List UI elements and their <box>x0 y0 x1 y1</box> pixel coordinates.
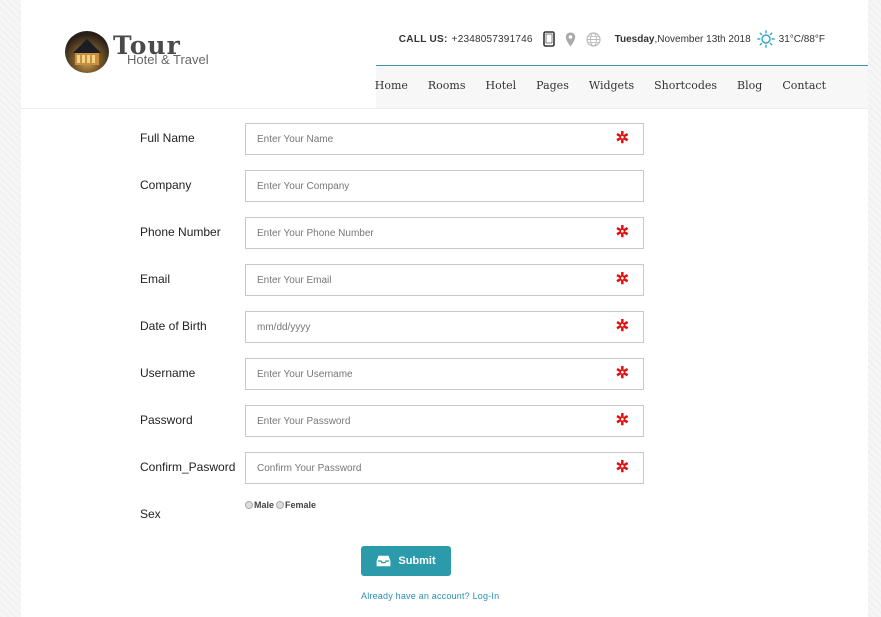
date-of-birth-field-box: ✲ <box>245 311 644 343</box>
sex-option-female[interactable]: Female <box>276 500 316 510</box>
required-icon: ✲ <box>615 412 629 429</box>
nav-item-blog[interactable]: Blog <box>737 79 762 92</box>
login-link[interactable]: Already have an account? Log-In <box>361 591 499 601</box>
top-info-bar: CALL US: +2348057391746 Tuesday,November… <box>399 30 825 48</box>
nav-item-contact[interactable]: Contact <box>782 79 826 92</box>
call-us-label: CALL US: <box>398 33 448 45</box>
confirm-password-label: Confirm_Pasword <box>140 460 236 474</box>
male-radio[interactable] <box>245 501 253 509</box>
company-field-box <box>245 170 644 202</box>
nav-item-widgets[interactable]: Widgets <box>589 79 634 92</box>
form-row-username: Username ✲ <box>140 358 644 390</box>
form-row-confirm-password: Confirm_Pasword ✲ <box>140 452 644 484</box>
form-row-company: Company <box>140 170 644 202</box>
sex-label: Sex <box>140 507 161 521</box>
tablet-icon[interactable] <box>542 31 555 47</box>
globe-icon[interactable] <box>586 31 601 47</box>
logo-subtitle: Hotel & Travel <box>127 52 209 67</box>
password-field-box: ✲ <box>245 405 644 437</box>
form-row-phone: Phone Number ✲ <box>140 217 644 249</box>
required-icon: ✲ <box>615 224 629 241</box>
nav-item-home[interactable]: Home <box>375 79 408 92</box>
full-name-input[interactable] <box>246 124 586 154</box>
form-row-password: Password ✲ <box>140 405 644 437</box>
hotel-logo-image <box>65 31 109 73</box>
form-row-full-name: Full Name ✲ <box>140 123 644 155</box>
header-divider <box>21 108 868 109</box>
password-input[interactable] <box>246 406 586 436</box>
female-radio[interactable] <box>276 501 285 509</box>
email-field-box: ✲ <box>245 264 644 296</box>
nav-item-rooms[interactable]: Rooms <box>428 79 466 92</box>
full-name-field-box: ✲ <box>245 123 644 155</box>
form-row-date-of-birth: Date of Birth ✲ <box>140 311 644 343</box>
username-field-box: ✲ <box>245 358 644 390</box>
female-label: Female <box>285 500 317 510</box>
required-icon: ✲ <box>615 318 629 335</box>
required-icon: ✲ <box>615 365 629 382</box>
current-day: Tuesday <box>614 33 655 45</box>
map-pin-icon[interactable] <box>565 32 576 47</box>
sex-option-male[interactable]: Male <box>245 500 274 510</box>
nav-item-shortcodes[interactable]: Shortcodes <box>654 79 717 92</box>
date-of-birth-input[interactable] <box>246 312 586 342</box>
temperature: 31°C/88°F <box>778 33 825 45</box>
company-label: Company <box>140 178 192 192</box>
male-label: Male <box>254 500 275 510</box>
submit-button[interactable]: Submit <box>361 546 451 576</box>
required-icon: ✲ <box>615 130 629 147</box>
username-label: Username <box>140 366 196 380</box>
required-icon: ✲ <box>615 459 629 476</box>
nav-item-hotel[interactable]: Hotel <box>486 79 517 92</box>
phone-number-label: Phone Number <box>140 225 221 239</box>
confirm-password-input[interactable] <box>246 453 586 483</box>
submit-label: Submit <box>398 555 436 567</box>
page-container: Tour Hotel & Travel CALL US: +2348057391… <box>21 0 868 617</box>
date-text: ,November 13th 2018 <box>654 33 751 45</box>
current-date: Tuesday,November 13th 2018 <box>615 34 751 45</box>
date-of-birth-label: Date of Birth <box>140 319 207 333</box>
username-input[interactable] <box>246 359 586 389</box>
sex-radio-group: Male Female <box>245 500 318 510</box>
confirm-password-field-box: ✲ <box>245 452 644 484</box>
required-icon: ✲ <box>615 271 629 288</box>
phone-number[interactable]: +2348057391746 <box>452 34 533 45</box>
main-nav: Home Rooms Hotel Pages Widgets Shortcode… <box>355 79 826 92</box>
email-label: Email <box>140 272 171 286</box>
phone-field-box: ✲ <box>245 217 644 249</box>
nav-item-pages[interactable]: Pages <box>536 79 569 92</box>
password-label: Password <box>140 413 193 427</box>
sun-icon <box>756 30 775 48</box>
logo[interactable]: Tour Hotel & Travel <box>65 31 225 75</box>
company-input[interactable] <box>246 171 586 201</box>
phone-number-input[interactable] <box>246 218 586 248</box>
email-input[interactable] <box>246 265 586 295</box>
full-name-label: Full Name <box>140 131 195 145</box>
inbox-icon <box>376 555 391 567</box>
form-row-email: Email ✲ <box>140 264 644 296</box>
